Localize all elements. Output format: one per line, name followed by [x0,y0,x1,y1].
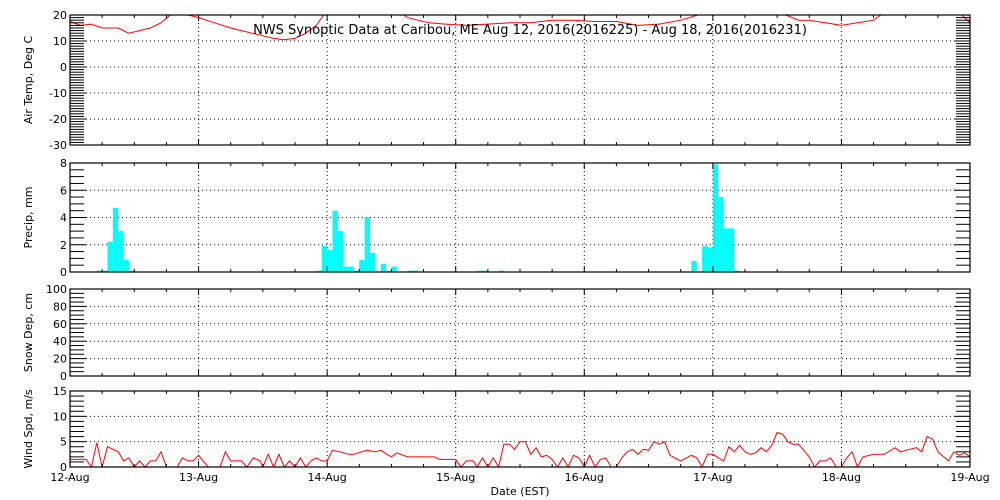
precip-bar [712,164,719,272]
y-axis-label: Air Temp, Deg C [22,36,35,125]
y-tick-label: -30 [49,139,67,152]
precip-bar [321,246,328,272]
panel-wind-speed: 051015Wind Spd, m/s [22,385,971,474]
x-tick-label: 17-Aug [693,471,732,484]
x-tick-label: 19-Aug [950,471,989,484]
y-tick-label: 80 [53,300,67,313]
y-tick-label: 20 [53,353,67,366]
line-wind-speed [70,431,970,467]
x-axis-label: Date (EST) [490,485,549,498]
precip-bar [343,266,349,272]
x-tick-label: 13-Aug [179,471,218,484]
precip-bar [702,246,708,272]
precip-bar [723,228,729,272]
y-tick-label: -20 [49,113,67,126]
series-precip [96,164,740,272]
precip-bar [707,247,713,272]
precip-bar [370,252,376,272]
weather-chart: -30 -20 -10 0 10 20 Air Temp, Deg C 0 2 4 6 8 Precip… [22,9,990,498]
chart-title: NWS Synoptic Data at Caribou, ME Aug 12,… [253,23,807,38]
precip-bar [728,228,735,272]
y-tick-label: 0 [60,370,67,383]
series-wind-speed [70,431,970,467]
precip-bar [337,231,344,272]
y-tick-label: 0 [60,266,67,279]
precip-bar [718,197,724,272]
precip-bar [107,242,113,272]
y-tick-label: 10 [53,410,67,423]
y-tick-label: 40 [53,335,67,348]
y-tick-label: 2 [60,239,67,252]
y-tick-label: 6 [60,184,67,197]
y-tick-label: 100 [46,283,67,296]
plot-frame [69,390,971,468]
y-axis-label: Wind Spd, m/s [22,389,35,469]
y-axis-label: Snow Dep, cm [22,293,35,372]
y-tick-label: 4 [60,212,67,225]
precip-bar [359,259,365,272]
panels: -30 -20 -10 0 10 20 Air Temp, Deg C 0 2 4 6 8 Precip… [22,9,990,484]
precip-bar [380,263,387,272]
precip-bar [123,259,129,272]
precip-bar [118,231,124,272]
x-tick-label: 15-Aug [436,471,475,484]
panel-snow-depth: 0 20 40 60 80 100 Snow Dep, cm [22,283,971,383]
x-tick-label: 18-Aug [822,471,861,484]
precip-bar [112,207,119,272]
precip-bar [391,266,397,272]
precip-bar [348,266,354,272]
panel-precip: 0 2 4 6 8 Precip, mm [22,157,971,279]
y-tick-label: 5 [60,436,67,449]
y-tick-label: 0 [60,61,67,74]
precip-bar [364,217,370,272]
y-tick-label: -10 [49,87,67,100]
y-tick-label: 60 [53,318,67,331]
y-tick-label: 20 [53,9,67,22]
x-tick-label: 12-Aug [50,471,89,484]
x-tick-label: 16-Aug [565,471,604,484]
plot-frame [69,288,971,377]
x-tick-label: 14-Aug [308,471,347,484]
precip-bar [691,261,697,272]
y-tick-label: 10 [53,35,67,48]
y-tick-label: 8 [60,157,67,170]
y-axis-label: Precip, mm [22,187,35,249]
y-tick-label: 15 [53,385,67,398]
precip-bar [327,250,333,272]
precip-bar [332,210,338,272]
